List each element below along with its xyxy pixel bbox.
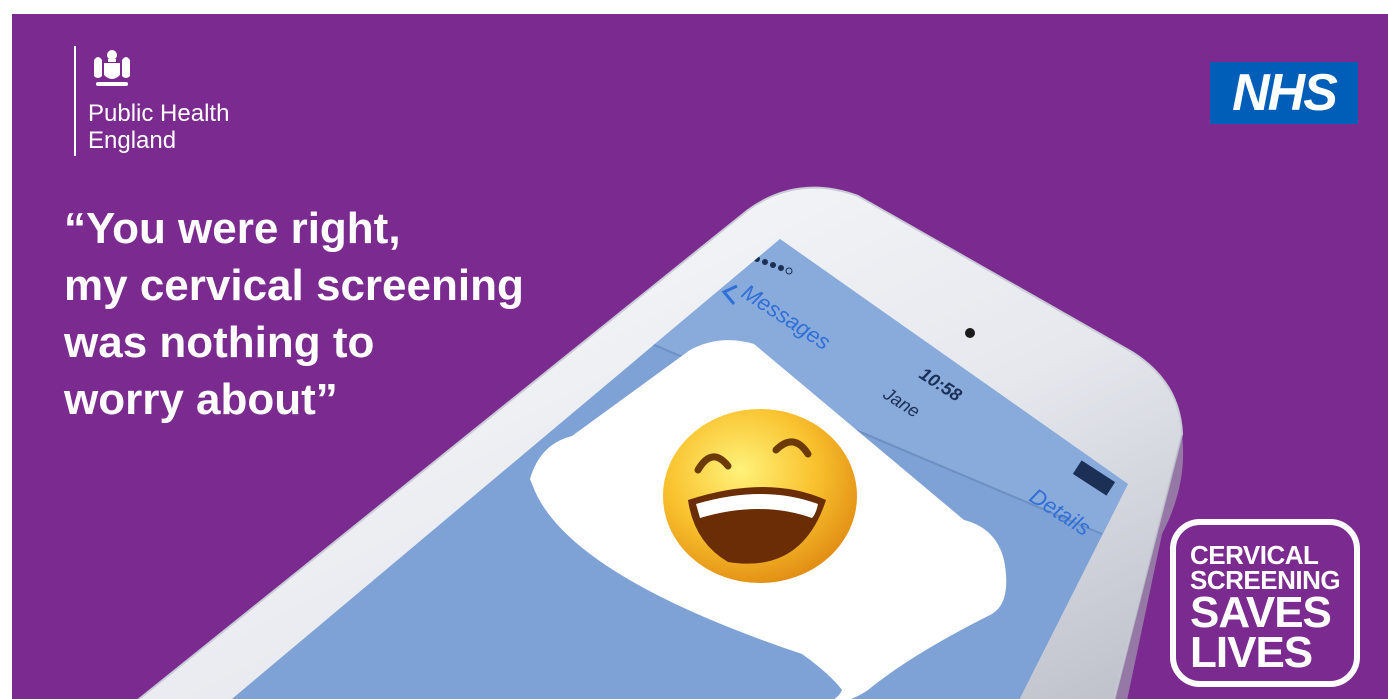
grinning-face-emoji-icon xyxy=(663,409,857,583)
campaign-banner: Public Health England NHS “You were righ… xyxy=(12,14,1388,699)
badge-line-4: LIVES xyxy=(1190,628,1313,677)
badge-line-3: SAVES xyxy=(1190,588,1332,637)
front-camera xyxy=(965,328,975,338)
campaign-badge: CERVICAL SCREENING SAVES LIVES xyxy=(1170,519,1360,687)
